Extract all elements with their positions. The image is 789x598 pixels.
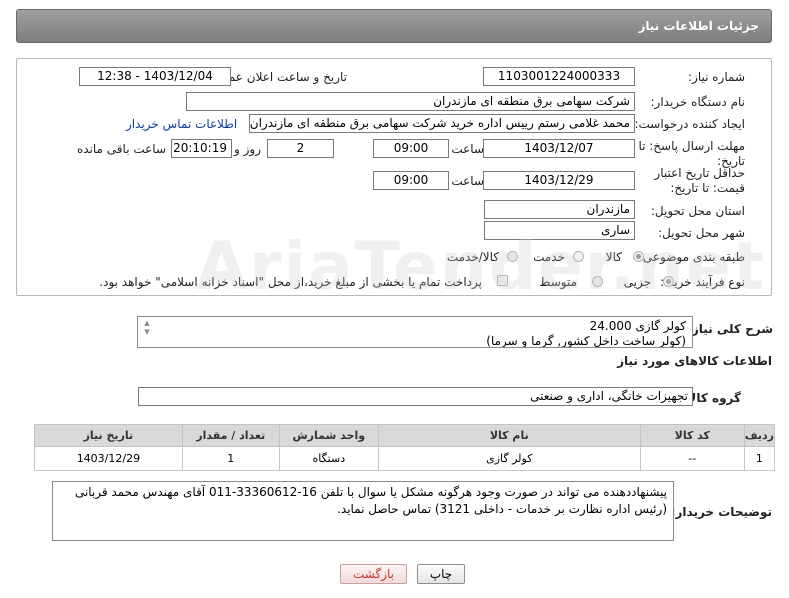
treasury-payment-note: پرداخت تمام یا بخشی از مبلغ خرید،از محل … <box>99 275 482 289</box>
validity-label: حداقل تاریخ اعتبار قیمت: تا تاریخ: <box>654 166 745 195</box>
cell-code: -- <box>639 446 745 471</box>
process-medium-label: متوسط <box>539 275 577 289</box>
buyer-notes-label: توضیحات خریدار: <box>670 505 772 519</box>
goods-group-field[interactable]: تجهیزات خانگی، اداری و صنعتی <box>138 387 693 406</box>
category-goods-service-radio[interactable] <box>507 251 518 262</box>
page-title-bar: جزئیات اطلاعات نیاز <box>16 9 772 43</box>
category-goods-label: کالا <box>605 250 622 264</box>
remaining-label: ساعت باقی مانده <box>76 142 166 156</box>
print-button[interactable]: چاپ <box>417 564 465 584</box>
table-row: 1 -- کولر گازی دستگاه 1 1403/12/29 <box>34 446 776 471</box>
need-number-field[interactable]: 1103001224000333 <box>483 67 635 86</box>
deadline-time-field[interactable]: 09:00 <box>373 139 449 158</box>
col-name: نام کالا <box>377 424 641 447</box>
cell-need-date: 1403/12/29 <box>34 446 183 471</box>
buyer-contact-link[interactable]: اطلاعات تماس خریدار <box>126 117 237 131</box>
province-field[interactable]: مازندران <box>484 200 635 219</box>
description-line-1: کولر گازی 24.000 <box>589 319 686 333</box>
validity-time-label: ساعت <box>451 174 484 188</box>
city-label: شهر محل تحویل: <box>658 226 745 240</box>
page-title: جزئیات اطلاعات نیاز <box>638 19 759 33</box>
cell-name: کولر گازی <box>377 446 641 471</box>
deadline-date-field[interactable]: 1403/12/07 <box>483 139 635 158</box>
validity-date-field[interactable]: 1403/12/29 <box>483 171 635 190</box>
city-field[interactable]: ساری <box>484 221 635 240</box>
creator-label: ایجاد کننده درخواست: <box>634 117 745 131</box>
remaining-time-field[interactable]: 20:10:19 <box>171 139 232 158</box>
description-scroll-arrows[interactable]: ▲ ▼ <box>140 319 154 347</box>
cell-unit: دستگاه <box>278 446 379 471</box>
description-line-2: (کولر ساخت داخل کشور, گرما و سرما) <box>486 334 686 348</box>
process-medium-radio[interactable] <box>592 276 603 287</box>
back-button[interactable]: بازگشت <box>340 564 407 584</box>
creator-field[interactable]: محمد غلامی رستم رییس اداره خرید شرکت سها… <box>249 114 635 133</box>
buyer-org-label: نام دستگاه خریدار: <box>650 95 746 109</box>
col-need-date: تاریخ نیاز <box>34 424 183 447</box>
col-quantity: تعداد / مقدار <box>181 424 280 447</box>
validity-time-field[interactable]: 09:00 <box>373 171 449 190</box>
category-label: طبقه بندی موضوعی: <box>638 250 745 264</box>
buyer-org-field[interactable]: شرکت سهامی برق منطقه ای مازندران <box>186 92 635 111</box>
goods-table: ردیف کد کالا نام کالا واحد شمارش تعداد /… <box>34 424 776 471</box>
col-row: ردیف <box>743 424 776 447</box>
col-unit: واحد شمارش <box>278 424 379 447</box>
treasury-payment-checkbox[interactable] <box>497 275 508 286</box>
col-code: کد کالا <box>639 424 745 447</box>
category-service-radio[interactable] <box>573 251 584 262</box>
deadline-time-label: ساعت <box>451 142 484 156</box>
cell-row: 1 <box>743 446 776 471</box>
need-number-label: شماره نیاز: <box>688 70 745 84</box>
goods-table-header: ردیف کد کالا نام کالا واحد شمارش تعداد /… <box>34 424 776 447</box>
days-field[interactable]: 2 <box>267 139 334 158</box>
deadline-label: مهلت ارسال پاسخ: تا تاریخ: <box>638 139 745 168</box>
process-minor-radio[interactable] <box>663 276 674 287</box>
buyer-notes-textarea[interactable]: پیشنهاددهنده می تواند در صورت وجود هرگون… <box>52 481 674 541</box>
announce-field[interactable]: 1403/12/04 - 12:38 <box>79 67 231 86</box>
days-label: روز و <box>234 142 261 156</box>
goods-info-title: اطلاعات کالاهای مورد نیاز <box>617 354 772 368</box>
process-minor-label: جزیی <box>623 275 651 289</box>
description-label: شرح کلی نیاز: <box>687 322 773 336</box>
cell-quantity: 1 <box>181 446 280 471</box>
category-service-label: خدمت <box>533 250 565 264</box>
province-label: استان محل تحویل: <box>650 204 745 218</box>
category-goods-radio[interactable] <box>633 251 644 262</box>
description-textarea[interactable]: کولر گازی 24.000 (کولر ساخت داخل کشور, گ… <box>137 316 693 348</box>
category-goods-service-label: کالا/خدمت <box>446 250 499 264</box>
